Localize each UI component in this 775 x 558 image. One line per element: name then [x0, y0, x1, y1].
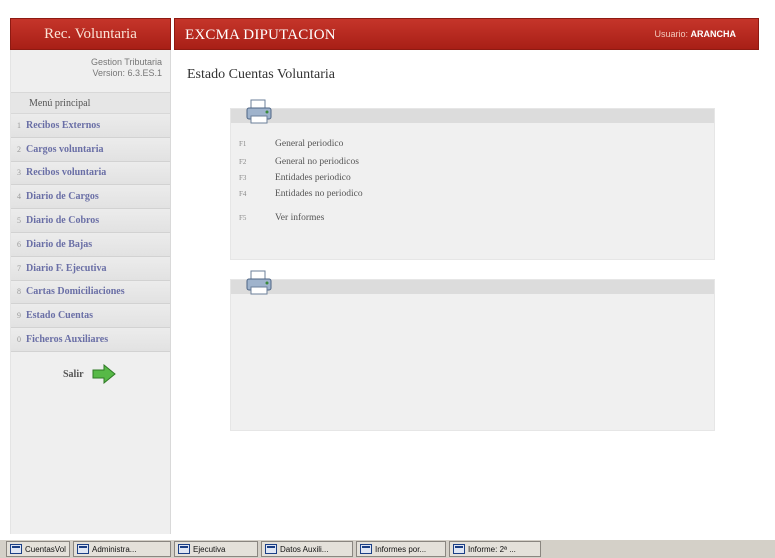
app-title-bar: Rec. Voluntaria: [10, 18, 171, 50]
option-general-periodico[interactable]: F1 General periodico: [239, 139, 343, 149]
menu-item-diario-cobros[interactable]: 5 Diario de Cobros: [11, 209, 170, 233]
menu-item-key: 1: [17, 120, 21, 130]
taskbar-item-label: Ejecutiva: [193, 544, 226, 554]
menu-item-label: Cartas Domiciliaciones: [26, 286, 125, 298]
option-label: General periodico: [275, 139, 344, 149]
page-title: Estado Cuentas Voluntaria: [187, 67, 336, 82]
menu-item-label: Diario de Cargos: [26, 191, 99, 203]
menu-item-key: 3: [17, 168, 21, 178]
menu-item-label: Recibos voluntaria: [26, 167, 107, 179]
sidebar: Gestion Tributaria Version: 6.3.ES.1 Men…: [10, 50, 171, 534]
menu-item-label: Recibos Externos: [26, 119, 101, 131]
menu-item-label: Estado Cuentas: [26, 310, 93, 322]
printer-icon: [246, 270, 272, 295]
menu-item-cargos-voluntaria[interactable]: 2 Cargos voluntaria: [11, 137, 170, 162]
menu-list: 1 Recibos Externos 2 Cargos voluntaria 3 Re…: [11, 114, 170, 352]
window-icon: [360, 544, 372, 554]
taskbar-item-label: Informe: 2ª ...: [468, 544, 516, 554]
exit-button[interactable]: Salir: [63, 364, 116, 384]
menu-item-recibos-voluntaria[interactable]: 3 Recibos voluntaria: [11, 161, 170, 186]
option-key: F5: [239, 214, 247, 222]
option-label: Ver informes: [275, 213, 325, 223]
menu-item-key: 7: [17, 263, 21, 273]
menu-item-key: 2: [17, 144, 21, 154]
menu-item-key: 4: [17, 192, 21, 202]
taskbar-item-label: Administra...: [92, 544, 137, 554]
option-general-no-periodicos[interactable]: F2 General no periodicos: [239, 157, 359, 167]
menu-item-key: 8: [17, 287, 21, 297]
app-title: Rec. Voluntaria: [44, 25, 137, 42]
taskbar-item-ejecutiva[interactable]: Ejecutiva: [174, 541, 258, 557]
top-header: EXCMA DIPUTACION Usuario: ARANCHA: [174, 18, 759, 50]
panel-header: [231, 270, 714, 295]
user-info: Usuario: ARANCHA: [654, 29, 736, 39]
window-icon: [10, 544, 22, 554]
taskbar-item-administra[interactable]: Administra...: [73, 541, 171, 557]
option-key: F4: [239, 190, 247, 198]
taskbar-item-informe[interactable]: Informe: 2ª ...: [449, 541, 541, 557]
version-line-2: Version: 6.3.ES.1: [92, 68, 162, 78]
menu-item-diario-bajas[interactable]: 6 Diario de Bajas: [11, 232, 170, 257]
option-label: Entidades no periodico: [275, 189, 363, 199]
panel-header: [231, 99, 714, 124]
reports-panel: [230, 270, 715, 431]
option-ver-informes[interactable]: F5 Ver informes: [239, 213, 324, 223]
window-icon: [178, 544, 190, 554]
menu-item-key: 0: [17, 335, 21, 345]
option-label: General no periodicos: [275, 157, 359, 167]
menu-item-label: Ficheros Auxiliares: [26, 334, 109, 346]
window-icon: [265, 544, 277, 554]
menu-item-label: Diario de Bajas: [26, 238, 93, 250]
menu-item-key: 5: [17, 216, 21, 226]
menu-title: Menú principal: [11, 92, 170, 114]
taskbar-item-cuentasvol[interactable]: CuentasVol: [6, 541, 70, 557]
exit-label: Salir: [63, 368, 84, 380]
user-label: Usuario:: [654, 29, 688, 39]
option-label: Entidades periodico: [275, 173, 351, 183]
option-key: F2: [239, 158, 247, 166]
window-icon: [453, 544, 465, 554]
main-content: Estado Cuentas Voluntaria F1 General per…: [174, 50, 764, 534]
taskbar-item-label: Informes por...: [375, 544, 427, 554]
taskbar-item-label: Datos Auxili...: [280, 544, 329, 554]
option-entidades-periodico[interactable]: F3 Entidades periodico: [239, 173, 351, 183]
menu-item-key: 6: [17, 239, 21, 249]
window-icon: [77, 544, 89, 554]
menu-item-ficheros-auxiliares[interactable]: 0 Ficheros Auxiliares: [11, 328, 170, 352]
user-name: ARANCHA: [690, 29, 737, 39]
organization-title: EXCMA DIPUTACION: [185, 27, 336, 43]
option-key: F1: [239, 140, 247, 148]
option-entidades-no-periodico[interactable]: F4 Entidades no periodico: [239, 189, 363, 199]
options-panel: F1 General periodico F2 General no perio…: [230, 99, 715, 260]
menu-item-key: 9: [17, 311, 21, 321]
menu-item-recibos-externos[interactable]: 1 Recibos Externos: [11, 114, 170, 138]
menu-item-estado-cuentas[interactable]: 9 Estado Cuentas: [11, 304, 170, 329]
menu-item-label: Diario F. Ejecutiva: [26, 262, 107, 274]
taskbar-item-label: CuentasVol: [25, 544, 66, 554]
printer-icon: [246, 99, 272, 124]
taskbar-item-informes-por[interactable]: Informes por...: [356, 541, 446, 557]
taskbar: CuentasVol Administra... Ejecutiva Datos…: [0, 539, 775, 558]
taskbar-item-datos-auxili[interactable]: Datos Auxili...: [261, 541, 353, 557]
menu-item-cartas-domiciliaciones[interactable]: 8 Cartas Domiciliaciones: [11, 280, 170, 305]
menu-item-label: Diario de Cobros: [26, 215, 100, 227]
menu-item-diario-ejecutiva[interactable]: 7 Diario F. Ejecutiva: [11, 256, 170, 281]
arrow-right-icon: [92, 364, 116, 384]
menu-item-label: Cargos voluntaria: [26, 143, 104, 155]
version-line-1: Gestion Tributaria: [90, 57, 162, 67]
version-info: Gestion Tributaria Version: 6.3.ES.1: [91, 57, 162, 79]
menu-item-diario-cargos[interactable]: 4 Diario de Cargos: [11, 185, 170, 210]
option-key: F3: [239, 174, 247, 182]
